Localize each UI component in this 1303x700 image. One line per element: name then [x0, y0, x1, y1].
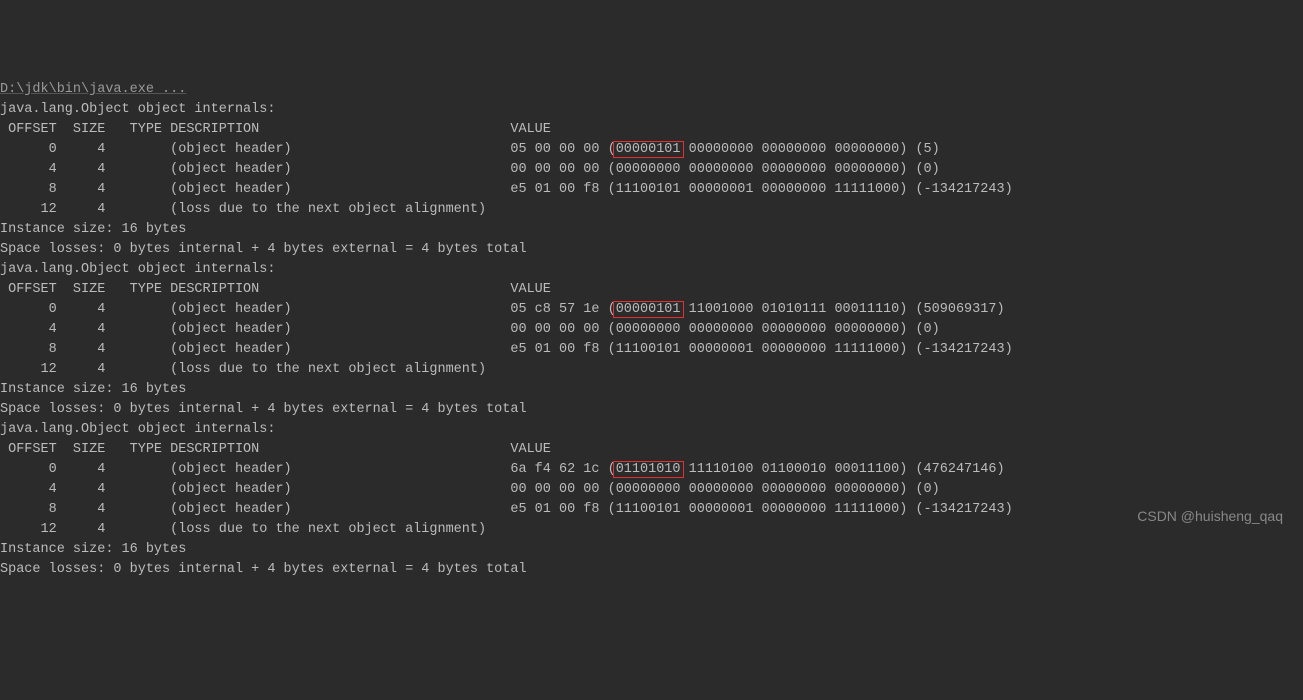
block-title: java.lang.Object object internals:: [0, 260, 1303, 280]
table-row: 8 4 (object header) e5 01 00 f8 (1110010…: [0, 500, 1303, 520]
table-header: OFFSET SIZE TYPE DESCRIPTION VALUE: [0, 280, 1303, 300]
row-suffix: 11110100 01100010 00011100) (476247146): [681, 462, 1005, 477]
table-row: 4 4 (object header) 00 00 00 00 (0000000…: [0, 480, 1303, 500]
table-row: 8 4 (object header) e5 01 00 f8 (1110010…: [0, 180, 1303, 200]
row-suffix: 00000000 00000000 00000000) (5): [681, 142, 940, 157]
row-prefix: 0 4 (object header) 05 00 00 00 (: [0, 142, 616, 157]
table-row: 0 4 (object header) 05 c8 57 1e (0000010…: [0, 300, 1303, 320]
table-header: OFFSET SIZE TYPE DESCRIPTION VALUE: [0, 440, 1303, 460]
table-row: 12 4 (loss due to the next object alignm…: [0, 200, 1303, 220]
table-row: 0 4 (object header) 05 00 00 00 (0000010…: [0, 140, 1303, 160]
instance-size: Instance size: 16 bytes: [0, 220, 1303, 240]
command-line: D:\jdk\bin\java.exe ...: [0, 80, 1303, 100]
space-losses: Space losses: 0 bytes internal + 4 bytes…: [0, 240, 1303, 260]
table-row: 12 4 (loss due to the next object alignm…: [0, 520, 1303, 540]
table-row: 4 4 (object header) 00 00 00 00 (0000000…: [0, 320, 1303, 340]
space-losses: Space losses: 0 bytes internal + 4 bytes…: [0, 560, 1303, 580]
instance-size: Instance size: 16 bytes: [0, 540, 1303, 560]
table-row: 4 4 (object header) 00 00 00 00 (0000000…: [0, 160, 1303, 180]
block-title: java.lang.Object object internals:: [0, 100, 1303, 120]
row-suffix: 11001000 01010111 00011110) (509069317): [681, 302, 1005, 317]
space-losses: Space losses: 0 bytes internal + 4 bytes…: [0, 400, 1303, 420]
table-row: 12 4 (loss due to the next object alignm…: [0, 360, 1303, 380]
watermark: CSDN @huisheng_qaq: [1137, 506, 1283, 526]
row-prefix: 0 4 (object header) 05 c8 57 1e (: [0, 302, 616, 317]
highlighted-byte: 00000101: [613, 141, 684, 158]
terminal-output: D:\jdk\bin\java.exe ...java.lang.Object …: [0, 80, 1303, 580]
instance-size: Instance size: 16 bytes: [0, 380, 1303, 400]
highlighted-byte: 01101010: [613, 461, 684, 478]
table-row: 8 4 (object header) e5 01 00 f8 (1110010…: [0, 340, 1303, 360]
block-title: java.lang.Object object internals:: [0, 420, 1303, 440]
highlighted-byte: 00000101: [613, 301, 684, 318]
table-row: 0 4 (object header) 6a f4 62 1c (0110101…: [0, 460, 1303, 480]
row-prefix: 0 4 (object header) 6a f4 62 1c (: [0, 462, 616, 477]
table-header: OFFSET SIZE TYPE DESCRIPTION VALUE: [0, 120, 1303, 140]
